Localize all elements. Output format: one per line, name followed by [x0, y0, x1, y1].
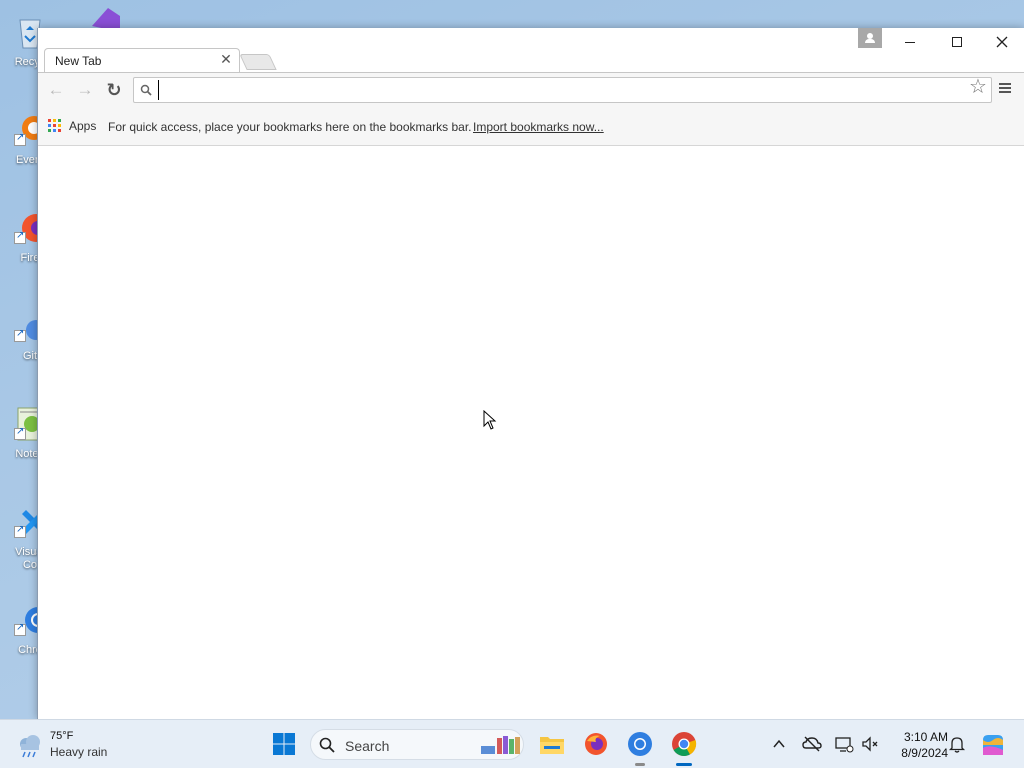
taskbar-search[interactable]: Search — [310, 729, 524, 760]
tab-new-tab[interactable]: New Tab ✕ — [44, 48, 240, 73]
bookmark-star-icon[interactable]: ☆ — [968, 77, 988, 98]
search-icon — [319, 737, 335, 753]
maximize-button[interactable] — [934, 28, 980, 56]
person-icon-body — [865, 39, 875, 43]
onedrive-offline-icon[interactable] — [802, 734, 822, 754]
arrow-right-icon: → — [76, 80, 94, 99]
shortcut-arrow-icon — [14, 132, 26, 146]
notification-bell-icon[interactable] — [948, 735, 966, 753]
weather-widget[interactable]: 75°F Heavy rain — [16, 728, 136, 762]
mouse-cursor-icon — [483, 410, 497, 430]
search-highlight-books-icon — [481, 736, 520, 754]
volume-muted-icon[interactable] — [860, 734, 880, 754]
arrow-left-icon: ← — [47, 80, 65, 99]
page-content — [38, 146, 1024, 719]
weather-description: Heavy rain — [50, 745, 108, 759]
apps-grid-icon — [48, 119, 62, 133]
chromium-taskbar-button[interactable] — [624, 728, 656, 766]
bookmarks-bar: Apps For quick access, place your bookma… — [38, 106, 1024, 146]
title-bar: New Tab ✕ — [38, 28, 1024, 73]
clock-time: 3:10 AM — [903, 730, 948, 744]
apps-label: Apps — [69, 119, 97, 133]
bookmarks-hint-text: For quick access, place your bookmarks h… — [108, 120, 472, 134]
running-indicator — [635, 763, 645, 766]
network-icon[interactable] — [834, 734, 854, 754]
apps-shortcut[interactable]: Apps — [48, 118, 96, 134]
address-input[interactable] — [158, 80, 958, 100]
copilot-icon[interactable] — [980, 732, 1006, 758]
shortcut-arrow-icon — [14, 524, 26, 538]
search-icon — [140, 84, 152, 96]
import-bookmarks-link[interactable]: Import bookmarks now... — [473, 120, 604, 134]
shortcut-arrow-icon — [14, 622, 26, 636]
shortcut-arrow-icon — [14, 328, 26, 342]
windows-logo-icon — [273, 733, 295, 755]
system-clock[interactable]: 3:10 AM 8/9/2024 — [886, 729, 948, 761]
new-tab-button[interactable] — [239, 54, 277, 70]
weather-temperature: 75°F — [50, 730, 74, 742]
taskbar: 75°F Heavy rain Search 3:10 AM 8/9/2024 — [0, 719, 1024, 768]
rain-cloud-icon — [20, 735, 40, 758]
clock-date: 8/9/2024 — [901, 746, 948, 760]
reload-button[interactable]: ↻ — [102, 78, 126, 102]
folder-icon — [540, 737, 564, 754]
chevron-up-icon[interactable] — [772, 737, 786, 751]
firefox-taskbar-button[interactable] — [580, 728, 612, 760]
active-window-indicator — [676, 763, 692, 766]
chromium-icon — [628, 732, 652, 756]
maximize-icon — [952, 37, 962, 47]
tab-title: New Tab — [55, 54, 102, 68]
reload-icon: ↻ — [106, 79, 122, 100]
search-label: Search — [345, 738, 390, 754]
minimize-button[interactable] — [887, 28, 933, 56]
forward-button[interactable]: → — [73, 78, 97, 102]
close-icon — [996, 36, 1008, 48]
chrome-icon — [672, 732, 697, 757]
close-button[interactable] — [979, 28, 1024, 56]
file-explorer-taskbar-button[interactable] — [536, 728, 568, 760]
firefox-icon — [585, 733, 607, 755]
omnibox[interactable] — [133, 77, 992, 103]
tab-close-icon[interactable]: ✕ — [219, 52, 233, 66]
shortcut-arrow-icon — [14, 230, 26, 244]
toolbar: ← → ↻ ☆ — [38, 72, 1024, 106]
shortcut-arrow-icon — [14, 426, 26, 440]
back-button[interactable]: ← — [44, 78, 68, 102]
chrome-taskbar-button[interactable] — [668, 728, 700, 766]
chrome-menu-icon[interactable] — [998, 81, 1012, 95]
browser-window: New Tab ✕ ← → ↻ ☆ Apps For quick access,… — [37, 28, 1024, 719]
minimize-icon — [905, 41, 915, 43]
start-button[interactable] — [268, 728, 300, 760]
profile-button[interactable] — [858, 28, 882, 48]
